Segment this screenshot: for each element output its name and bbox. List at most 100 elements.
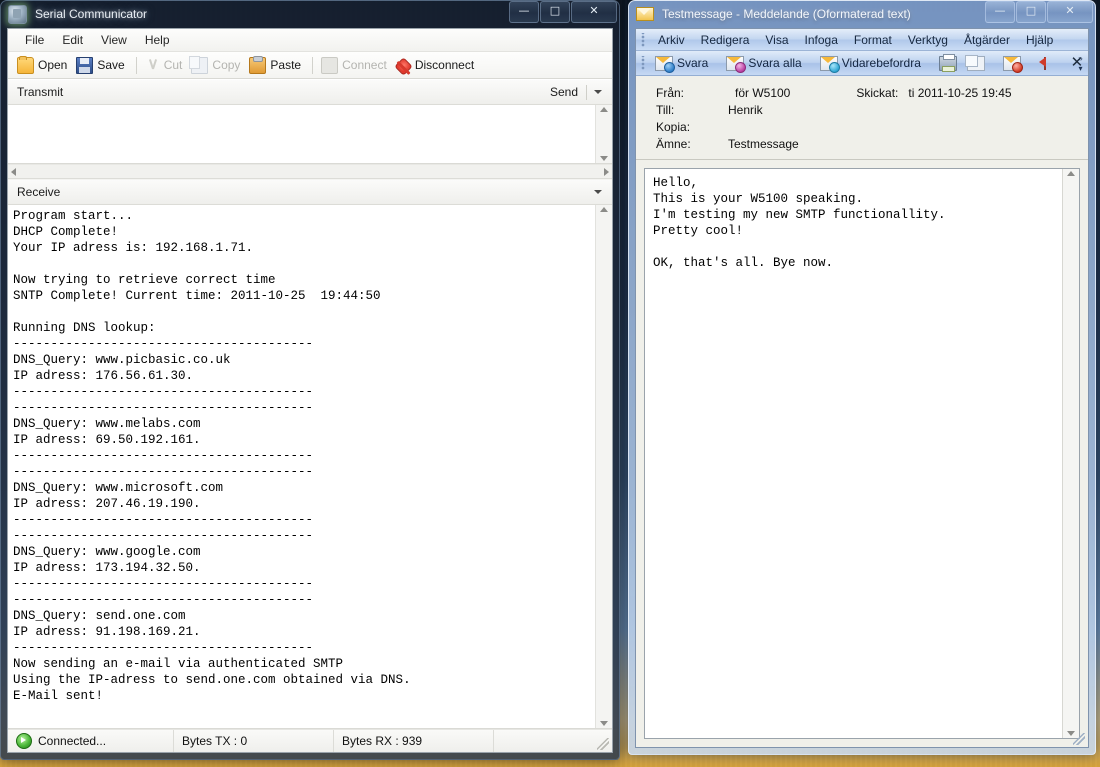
scroll-up-icon[interactable]	[600, 207, 608, 212]
send-button[interactable]: Send	[550, 85, 586, 99]
transmit-vertical-scrollbar[interactable]	[595, 105, 612, 163]
save-button[interactable]: Save	[73, 56, 130, 75]
menu-visa[interactable]: Visa	[757, 31, 796, 49]
mail-window-controls[interactable]: — □ ✕	[984, 1, 1093, 22]
copy-pages-button[interactable]	[962, 55, 990, 72]
header-row-to: Till: Henrik	[656, 103, 1076, 117]
mail-menubar[interactable]: Arkiv Redigera Visa Infoga Format Verkty…	[636, 29, 1088, 51]
to-label: Till:	[656, 103, 728, 117]
mail-vertical-scrollbar[interactable]	[1062, 169, 1079, 738]
transmit-area[interactable]	[8, 105, 612, 164]
status-bytes-rx: Bytes RX : 939	[334, 730, 494, 752]
cut-button-label: Cut	[164, 58, 183, 72]
mail-body-area[interactable]: Hello, This is your W5100 speaking. I'm …	[644, 168, 1080, 739]
reply-all-icon	[726, 56, 744, 71]
toolbar-drag-handle[interactable]	[641, 56, 646, 70]
mail-titlebar[interactable]: Testmessage - Meddelande (Oformaterad te…	[628, 0, 1096, 28]
menu-view[interactable]: View	[92, 31, 136, 49]
menu-redigera[interactable]: Redigera	[693, 31, 758, 49]
print-button[interactable]	[934, 55, 962, 72]
menu-edit[interactable]: Edit	[53, 31, 92, 49]
flag-button[interactable]	[1034, 56, 1057, 71]
disconnect-button-label: Disconnect	[415, 58, 474, 72]
toolbar-separator	[136, 57, 137, 74]
close-button[interactable]: ✕	[1047, 1, 1093, 23]
serial-menubar[interactable]: File Edit View Help	[8, 29, 612, 52]
reply-icon	[655, 56, 673, 71]
status-connection-label: Connected...	[38, 734, 106, 748]
reply-button[interactable]: Svara	[650, 55, 713, 72]
receive-vertical-scrollbar[interactable]	[595, 205, 612, 728]
block-sender-icon	[1003, 56, 1021, 71]
menu-arkiv[interactable]: Arkiv	[650, 31, 693, 49]
close-button[interactable]: ✕	[571, 1, 617, 23]
toolbar-separator	[312, 57, 313, 74]
maximize-button[interactable]: □	[1016, 1, 1046, 23]
receive-log-text: Program start... DHCP Complete! Your IP …	[8, 205, 595, 728]
reply-all-button[interactable]: Svara alla	[721, 55, 806, 72]
floppy-disk-icon	[76, 57, 93, 74]
save-button-label: Save	[97, 58, 124, 72]
resize-grip[interactable]	[597, 738, 609, 750]
scroll-down-icon[interactable]	[600, 156, 608, 161]
outlook-message-window[interactable]: Testmessage - Meddelande (Oformaterad te…	[628, 0, 1096, 755]
header-row-subject: Ämne: Testmessage	[656, 137, 1076, 151]
paste-button[interactable]: Paste	[246, 56, 307, 75]
menu-infoga[interactable]: Infoga	[797, 31, 846, 49]
mail-envelope-icon	[636, 7, 654, 21]
open-button[interactable]: Open	[14, 56, 73, 75]
resize-grip[interactable]	[1073, 733, 1085, 745]
chevron-down-icon[interactable]	[594, 190, 602, 194]
menu-help[interactable]: Help	[136, 31, 179, 49]
sent-value: ti 2011-10-25 19:45	[908, 86, 1011, 100]
menu-hjalp[interactable]: Hjälp	[1018, 31, 1061, 49]
connect-plug-icon	[321, 57, 338, 74]
mail-toolbar[interactable]: Svara Svara alla Vidarebefordra	[636, 51, 1088, 76]
subject-label: Ämne:	[656, 137, 728, 151]
receive-label: Receive	[17, 185, 594, 199]
minimize-button[interactable]: —	[985, 1, 1015, 23]
receive-area[interactable]: Program start... DHCP Complete! Your IP …	[8, 205, 612, 729]
serial-titlebar[interactable]: Serial Communicator — □ ✕	[0, 0, 620, 28]
toolbar-overflow-icon[interactable]: »▾	[1075, 53, 1086, 73]
copy-button-label: Copy	[212, 58, 240, 72]
copy-pages-icon	[967, 56, 985, 71]
forward-button[interactable]: Vidarebefordra	[815, 55, 926, 72]
maximize-button[interactable]: □	[540, 1, 570, 23]
open-button-label: Open	[38, 58, 67, 72]
scroll-up-icon[interactable]	[1067, 171, 1075, 176]
serial-communicator-window[interactable]: Serial Communicator — □ ✕ File Edit View…	[0, 0, 620, 760]
header-row-from: Från: för W5100 Skickat: ti 2011-10-25 1…	[656, 86, 1076, 100]
status-extra	[494, 730, 612, 752]
transmit-header: Transmit Send	[8, 79, 612, 105]
to-value: Henrik	[728, 103, 763, 117]
transmit-horizontal-scrollbar[interactable]	[8, 164, 612, 179]
scroll-left-icon[interactable]	[11, 168, 16, 176]
app-icon	[8, 5, 27, 24]
chevron-down-icon[interactable]	[594, 90, 602, 94]
block-sender-button[interactable]	[998, 55, 1026, 72]
sent-label: Skickat:	[856, 86, 898, 100]
transmit-input[interactable]	[8, 105, 595, 163]
serial-statusbar: Connected... Bytes TX : 0 Bytes RX : 939	[8, 729, 612, 752]
serial-window-controls[interactable]: — □ ✕	[508, 1, 617, 22]
from-value: för W5100	[728, 86, 790, 100]
menu-atgarder[interactable]: Åtgärder	[956, 31, 1018, 49]
disconnect-button[interactable]: Disconnect	[393, 57, 480, 74]
copy-icon	[191, 57, 208, 74]
menu-file[interactable]: File	[16, 31, 53, 49]
serial-toolbar[interactable]: Open Save Cut Copy Paste	[8, 52, 612, 79]
minimize-button[interactable]: —	[509, 1, 539, 23]
menu-format[interactable]: Format	[846, 31, 900, 49]
reply-all-button-label: Svara alla	[748, 56, 801, 70]
menubar-drag-handle[interactable]	[641, 33, 646, 47]
receive-header: Receive	[8, 179, 612, 205]
menu-verktyg[interactable]: Verktyg	[900, 31, 956, 49]
scroll-up-icon[interactable]	[600, 107, 608, 112]
divider	[586, 85, 587, 100]
paste-button-label: Paste	[270, 58, 301, 72]
subject-value: Testmessage	[728, 137, 799, 151]
desktop-background: Serial Communicator — □ ✕ File Edit View…	[0, 0, 1100, 767]
scroll-right-icon[interactable]	[604, 168, 609, 176]
scroll-down-icon[interactable]	[600, 721, 608, 726]
